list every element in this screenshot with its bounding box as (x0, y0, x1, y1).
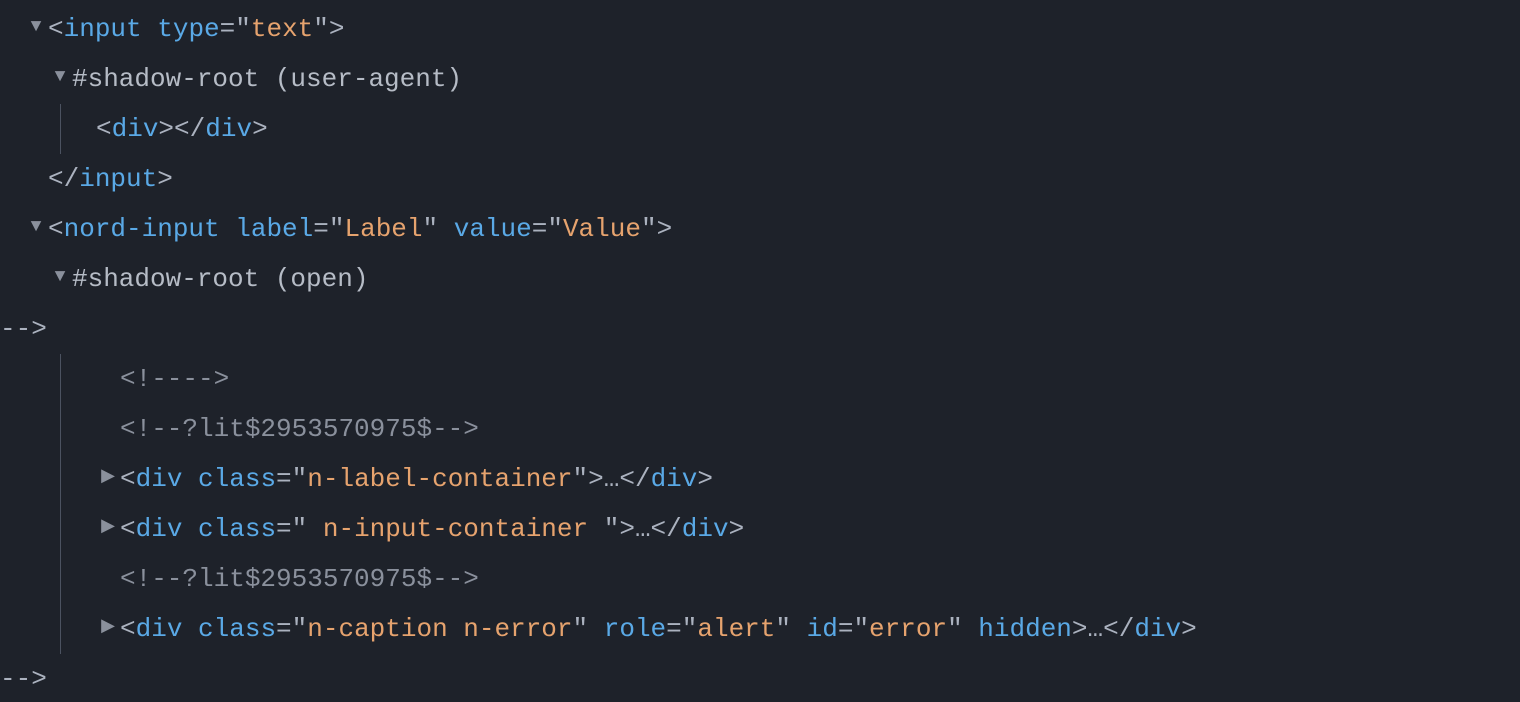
disclosure-triangle-icon[interactable] (96, 452, 120, 502)
comment-open: <!--? (120, 404, 198, 454)
dom-tree-row[interactable]: <!--?lit$2953570975$--> (0, 404, 1520, 454)
dom-tree-row[interactable]: #shadow-root (open) (0, 254, 1520, 304)
tag-close-punct: > (329, 4, 345, 54)
attr-name: hidden (978, 604, 1072, 654)
attr-name: label (235, 204, 313, 254)
comment-close: --> (432, 404, 479, 454)
dom-tree-row[interactable]: <nord-input label="Label" value="Value"> (0, 204, 1520, 254)
disclosure-triangle-icon[interactable] (96, 502, 120, 552)
disclosure-triangle-icon[interactable] (24, 2, 48, 52)
attr-value: n-input-container (307, 504, 603, 554)
attr-name: class (198, 604, 276, 654)
dom-tree-row[interactable]: <div class="n-label-container">…</div> (0, 454, 1520, 504)
comment-open: <!--? (120, 554, 198, 604)
attr-value: Value (563, 204, 641, 254)
dom-tree-row[interactable]: <div class="n-caption n-error" role="ale… (0, 604, 1520, 654)
shadow-root-label: #shadow-root (user-agent) (72, 54, 462, 104)
disclosure-triangle-icon[interactable] (48, 252, 72, 302)
attr-name: class (198, 454, 276, 504)
attr-value: alert (697, 604, 775, 654)
attr-value: Label (344, 204, 422, 254)
disclosure-triangle-icon[interactable] (24, 202, 48, 252)
tag-name: div (112, 104, 159, 154)
shadow-root-label: #shadow-root (open) (72, 254, 368, 304)
dom-tree-row[interactable]: #shadow-root (user-agent) (0, 54, 1520, 104)
dom-tree-row[interactable]: <div class=" n-input-container ">…</div> (0, 504, 1520, 554)
comment-close: --> (432, 554, 479, 604)
dom-tree-row[interactable]: <!----> (0, 354, 1520, 404)
dom-tree-row[interactable]: </input> (0, 154, 1520, 204)
tag-name: div (136, 454, 183, 504)
comment-open: <!-- (120, 354, 182, 404)
attr-value: n-caption n-error (307, 604, 572, 654)
attr-name: id (807, 604, 838, 654)
attr-name: class (198, 504, 276, 554)
comment-body: lit$2953570975$ (198, 554, 432, 604)
tag-name: input (79, 154, 157, 204)
attr-name: type (157, 4, 219, 54)
disclosure-triangle-icon[interactable] (96, 602, 120, 652)
attr-value: n-label-container (307, 454, 572, 504)
attr-name: role (604, 604, 666, 654)
tag-open-punct: < (48, 4, 64, 54)
collapsed-ellipsis[interactable]: … (1088, 604, 1104, 654)
attr-name: value (454, 204, 532, 254)
tag-name: input (64, 4, 142, 54)
dom-tree-row[interactable]: <!--?lit$2953570975$--> (0, 554, 1520, 604)
collapsed-ellipsis[interactable]: … (604, 454, 620, 504)
dom-tree-panel: <input type="text"> #shadow-root (user-a… (0, 0, 1520, 702)
tag-name: nord-input (64, 204, 220, 254)
comment-close: --> (182, 354, 229, 404)
dom-tree-row[interactable]: <div></div> (0, 104, 1520, 154)
disclosure-triangle-icon[interactable] (48, 52, 72, 102)
attr-value: error (869, 604, 947, 654)
comment-body: lit$2953570975$ (198, 404, 432, 454)
dom-tree-row[interactable]: <input type="text"> (0, 4, 1520, 54)
attr-value: text (251, 4, 313, 54)
tag-name: div (136, 604, 183, 654)
collapsed-ellipsis[interactable]: … (635, 504, 651, 554)
tag-name: div (136, 504, 183, 554)
